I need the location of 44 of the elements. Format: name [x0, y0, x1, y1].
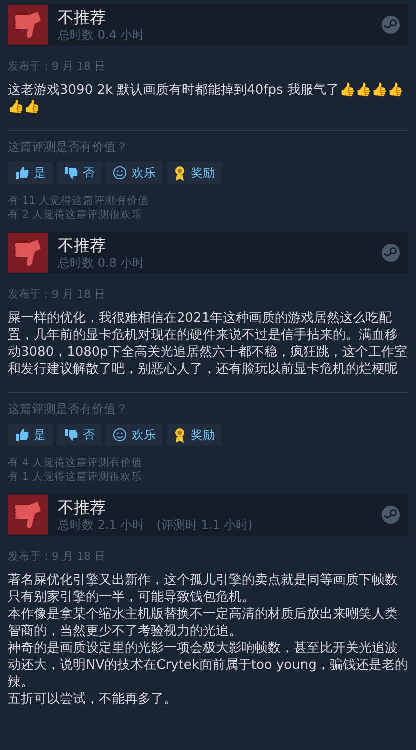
medal-icon [174, 166, 186, 180]
review-text: 著名屎优化引擎又出新作，这个孤儿引擎的卖点就是同等画质下帧数只有别家引擎的一半，可能导致钱包危机。 [8, 572, 399, 606]
review-text: 屎一样的优化，我很难相信在2021年这种画质的游戏居然这么吃配置，几年前的显卡危机对现在的硬件来说不过是信手拈来的。满血移动3080，1080p下全高关光追居然六十都不稳，疯狂跳，这个工作室和发行建议解散了吧，别恶心人了，还有脸玩以前显卡危机的烂梗呢 [8, 310, 408, 378]
review-text: 这老游戏3090 2k 默认画质有时都能掉到40fps 我服气了👍👍👍👍👍👍 [8, 82, 404, 116]
vote-button[interactable]: 奖励 [167, 162, 222, 184]
vote-button[interactable]: 欢乐 [106, 162, 163, 184]
vote-button[interactable]: 是 [8, 424, 53, 446]
vote-button[interactable]: 奖励 [167, 424, 222, 446]
post-date: 发布于：9 月 18 日 [8, 550, 106, 564]
thumbs-down-icon [8, 233, 48, 273]
vote-button[interactable]: 欢乐 [106, 424, 163, 446]
smiley-icon [113, 428, 127, 442]
smiley-icon [113, 166, 127, 180]
playtime: 总时数 0.8 小时 [58, 256, 145, 270]
review-verdict: 不推荐 [58, 236, 107, 256]
vote-count: 有 4 人觉得这篇评测有价值 [8, 456, 144, 470]
thumbs-down-icon [8, 495, 48, 535]
thumbs-down-icon [64, 166, 78, 180]
review-verdict: 不推荐 [58, 8, 107, 28]
playtime: 总时数 2.1 小时 [58, 518, 145, 532]
post-date: 发布于：9 月 18 日 [8, 288, 106, 302]
review-text: 五折可以尝试，不能再多了。 [8, 691, 178, 708]
thumbs-up-icon [15, 428, 29, 442]
review-text: 神奇的是画质设定里的光影一项会极大影响帧数，甚至比开关光追波动还大，说明NV的技术在Crytek面前属于too young，骗钱还是老的辣。 [8, 640, 408, 691]
vote-button[interactable]: 否 [57, 162, 102, 184]
steam-icon[interactable] [382, 506, 400, 524]
post-date: 发布于：9 月 18 日 [8, 60, 106, 74]
thumbs-down-icon [8, 5, 48, 45]
medal-icon [174, 428, 186, 442]
vote-button[interactable]: 是 [8, 162, 53, 184]
vote-count: 有 1 人觉得这篇评测很欢乐 [8, 470, 144, 484]
review-verdict: 不推荐 [58, 498, 107, 518]
steam-icon[interactable] [382, 16, 400, 34]
thumbs-up-icon [15, 166, 29, 180]
vote-count: 有 2 人觉得这篇评测很欢乐 [8, 208, 144, 222]
thumbs-down-icon [64, 428, 78, 442]
playtime-at-review: (评测时 1.1 小时) [156, 518, 253, 532]
steam-icon[interactable] [382, 244, 400, 262]
review-text: 本作像是拿某个缩水主机版替换不一定高清的材质后放出来嘲笑人类智商的，当然更少不了考验视力的光追。 [8, 606, 399, 640]
helpful-question: 这篇评测是否有价值？ [8, 402, 129, 417]
helpful-question: 这篇评测是否有价值？ [8, 140, 129, 155]
vote-count: 有 11 人觉得这篇评测有价值 [8, 194, 150, 208]
vote-button[interactable]: 否 [57, 424, 102, 446]
playtime: 总时数 0.4 小时 [58, 28, 145, 42]
